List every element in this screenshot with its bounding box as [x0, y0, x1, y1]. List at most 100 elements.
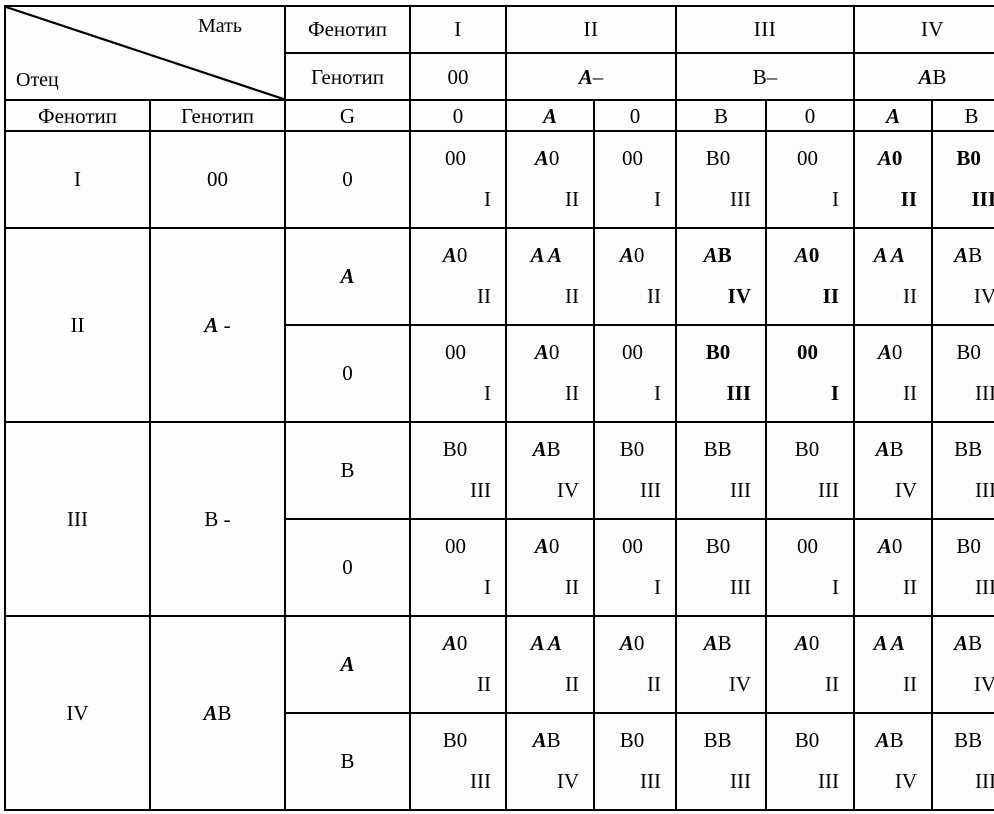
offspring-cell-r4c1: B0 III — [409, 421, 507, 520]
offspring-phenotype: I — [830, 380, 840, 405]
father-gamete-IV-1: A — [284, 615, 411, 714]
offspring-phenotype: I — [832, 186, 840, 211]
offspring-phenotype: IV — [728, 671, 751, 696]
offspring-genotype: 00 — [621, 534, 643, 558]
offspring-cell-r1c4: B0 III — [675, 130, 767, 229]
offspring-phenotype: II — [822, 283, 840, 308]
offspring-genotype: B0 — [705, 340, 731, 364]
father-gamete-II-2: 0 — [284, 324, 411, 423]
offspring-phenotype: I — [484, 186, 491, 211]
offspring-cell-r7c3: B0 III — [593, 712, 677, 811]
offspring-cell-r2c4: AB IV — [675, 227, 767, 326]
offspring-genotype: B0 — [442, 437, 468, 461]
offspring-genotype: AB — [532, 728, 561, 752]
offspring-genotype: A0 — [534, 340, 560, 364]
offspring-phenotype: IV — [973, 671, 994, 696]
offspring-cell-r7c1: B0 III — [409, 712, 507, 811]
offspring-genotype: A0 — [534, 146, 560, 170]
offspring-genotype: A0 — [794, 631, 820, 655]
father-phenotype-III: III — [4, 421, 151, 617]
offspring-phenotype: III — [640, 768, 661, 793]
offspring-phenotype: III — [470, 477, 491, 502]
father-phenotype-IV: IV — [4, 615, 151, 811]
offspring-cell-r7c6: AB IV — [853, 712, 934, 811]
mother-phenotype-header-label: Фенотип — [284, 4, 411, 55]
offspring-genotype: B0 — [956, 146, 981, 170]
offspring-phenotype: III — [726, 380, 751, 405]
offspring-cell-r2c7: AB IV — [931, 227, 994, 326]
offspring-genotype: 00 — [796, 146, 818, 170]
offspring-genotype: B0 — [705, 534, 731, 558]
offspring-cell-r7c2: AB IV — [505, 712, 595, 811]
offspring-phenotype: III — [818, 477, 840, 502]
offspring-cell-r5c3: 00 I — [593, 518, 677, 617]
father-phenotype-I: I — [4, 130, 151, 229]
offspring-genotype: A0 — [442, 631, 468, 655]
offspring-cell-r4c6: AB IV — [853, 421, 934, 520]
mother-gamete-col-3: 0 — [593, 99, 677, 132]
offspring-cell-r6c1: A0 II — [409, 615, 507, 714]
mother-genotype-IV: AB — [853, 52, 994, 102]
offspring-phenotype: I — [654, 380, 661, 405]
offspring-phenotype: II — [903, 574, 918, 599]
offspring-genotype: A0 — [534, 534, 560, 558]
father-gamete-II-1: A — [284, 227, 411, 326]
offspring-cell-r3c4: B0 III — [675, 324, 767, 423]
father-gamete-I-1: 0 — [284, 130, 411, 229]
offspring-cell-r7c7: BB III — [931, 712, 994, 811]
offspring-cell-r6c7: AB IV — [931, 615, 994, 714]
offspring-genotype: A0 — [619, 631, 645, 655]
header-row-gametes: Фенотип Генотип G 0 A 0 B 0 A B — [4, 99, 994, 132]
offspring-genotype: BB — [954, 728, 983, 752]
offspring-genotype: AB — [954, 243, 983, 267]
mother-gamete-col-2: A — [505, 99, 595, 132]
offspring-cell-r2c6: A A II — [853, 227, 934, 326]
offspring-genotype: AB — [875, 437, 904, 461]
offspring-phenotype: II — [565, 186, 579, 211]
offspring-genotype: B0 — [794, 728, 820, 752]
offspring-genotype: B0 — [442, 728, 468, 752]
offspring-phenotype: II — [825, 671, 840, 696]
offspring-cell-r1c6: A0 II — [853, 130, 934, 229]
offspring-genotype: A0 — [619, 243, 645, 267]
offspring-genotype: B0 — [619, 728, 645, 752]
offspring-cell-r5c2: A0 II — [505, 518, 595, 617]
offspring-phenotype: III — [971, 186, 994, 211]
offspring-cell-r1c5: 00 I — [764, 130, 856, 229]
offspring-genotype: BB — [954, 437, 983, 461]
offspring-genotype: A A — [873, 631, 905, 655]
offspring-cell-r3c6: A0 II — [853, 324, 934, 423]
offspring-cell-r2c3: A0 II — [593, 227, 677, 326]
offspring-genotype: B0 — [705, 146, 731, 170]
offspring-genotype: A A — [530, 243, 562, 267]
father-phenotype-header-label: Фенотип — [4, 99, 151, 132]
offspring-phenotype: II — [903, 380, 918, 405]
offspring-cell-r4c2: AB IV — [505, 421, 595, 520]
offspring-cell-r1c1: 00 I — [409, 130, 507, 229]
mother-gamete-col-6: A — [853, 99, 934, 132]
offspring-phenotype: III — [730, 768, 751, 793]
offspring-cell-r6c2: A A II — [505, 615, 595, 714]
offspring-cell-r3c5: 00 I — [764, 324, 856, 423]
mother-gamete-col-1: 0 — [409, 99, 507, 132]
offspring-phenotype: II — [647, 283, 661, 308]
offspring-genotype: 00 — [796, 534, 818, 558]
offspring-phenotype: III — [640, 477, 661, 502]
offspring-phenotype: I — [832, 574, 840, 599]
offspring-phenotype: II — [900, 186, 918, 211]
offspring-genotype: B0 — [794, 437, 820, 461]
offspring-cell-r3c2: A0 II — [505, 324, 595, 423]
offspring-phenotype: I — [484, 574, 491, 599]
offspring-cell-r1c2: A0 II — [505, 130, 595, 229]
offspring-phenotype: II — [565, 574, 579, 599]
father-genotype-I: 00 — [149, 130, 286, 229]
offspring-genotype: A0 — [877, 340, 903, 364]
offspring-phenotype: II — [477, 671, 491, 696]
offspring-genotype: B0 — [619, 437, 645, 461]
offspring-cell-r2c2: A A II — [505, 227, 595, 326]
offspring-cell-r3c7: B0 III — [931, 324, 994, 423]
blood-group-inheritance-table-sheet: Мать Отец Фенотип I II III IV Генотип 00… — [0, 0, 994, 814]
offspring-phenotype: II — [477, 283, 491, 308]
offspring-phenotype: II — [903, 283, 918, 308]
father-label: Отец — [16, 69, 59, 92]
